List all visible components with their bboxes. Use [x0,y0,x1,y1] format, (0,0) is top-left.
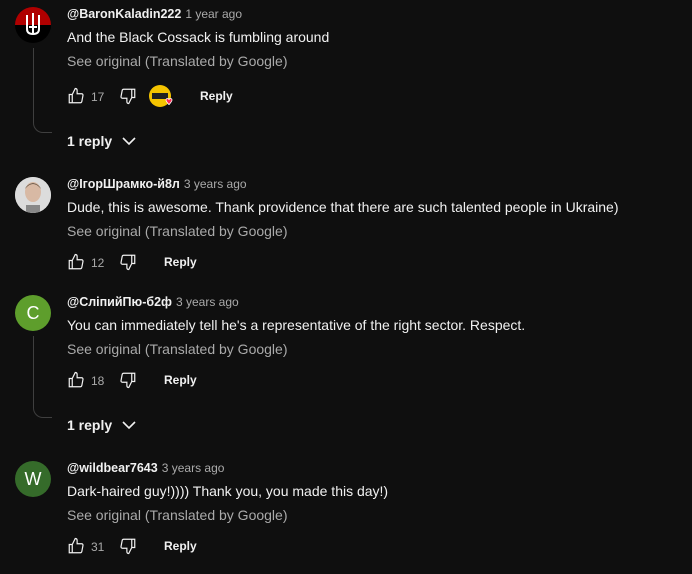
replies-toggle[interactable]: 1 reply [67,133,136,149]
comment-actions: 17 Reply [67,81,367,113]
comment-actions: 12 Reply [67,247,367,279]
comment-text: And the Black Cossack is fumbling around [67,29,330,45]
reply-button[interactable]: Reply [200,89,233,103]
avatar[interactable]: W [15,461,51,497]
comment-time[interactable]: 3 years ago [176,295,239,309]
replies-toggle[interactable]: 1 reply [67,417,136,433]
comment-time[interactable]: 3 years ago [184,177,247,191]
see-original-link[interactable]: See original (Translated by Google) [67,341,288,357]
avatar[interactable]: C [15,295,51,331]
comment-actions: 18 Reply [67,365,367,397]
person-photo-icon [15,177,51,213]
comment-header: @wildbear7643 3 years ago [67,461,224,475]
comment-actions: 31 Reply [67,531,367,563]
thumbs-down-icon[interactable] [119,253,137,271]
comment-time[interactable]: 3 years ago [162,461,225,475]
thumbs-up-icon[interactable] [67,371,85,389]
reply-button[interactable]: Reply [164,255,197,269]
reply-button[interactable]: Reply [164,373,197,387]
like-count: 17 [91,90,105,104]
thread-line [33,48,52,133]
comment-author[interactable]: @wildbear7643 [67,461,158,475]
like-count: 31 [91,540,105,554]
avatar[interactable] [15,177,51,213]
creator-heart-icon [149,85,173,107]
comment-author[interactable]: @СліпийПю-б2ф [67,295,172,309]
like-count: 12 [91,256,105,270]
thumbs-up-icon[interactable] [67,253,85,271]
comment-author[interactable]: @BaronKaladin222 [67,7,181,21]
trident-flag-icon [15,7,51,43]
see-original-link[interactable]: See original (Translated by Google) [67,223,288,239]
avatar[interactable] [15,7,51,43]
thumbs-up-icon[interactable] [67,87,85,105]
comment-text: You can immediately tell he's a represen… [67,317,526,333]
comment-author[interactable]: @ІгорШрамко-й8л [67,177,180,191]
thumbs-down-icon[interactable] [119,87,137,105]
thread-line [33,336,52,418]
see-original-link[interactable]: See original (Translated by Google) [67,53,288,69]
chevron-down-icon [122,421,136,430]
comment-text: Dark-haired guy!)))) Thank you, you made… [67,483,389,499]
like-count: 18 [91,374,105,388]
thumbs-up-icon[interactable] [67,537,85,555]
thumbs-down-icon[interactable] [119,371,137,389]
chevron-down-icon [122,137,136,146]
thumbs-down-icon[interactable] [119,537,137,555]
avatar-letter: C [26,302,40,323]
avatar-letter: W [24,468,42,489]
comment-header: @ІгорШрамко-й8л 3 years ago [67,177,247,191]
replies-count: 1 reply [67,133,113,149]
reply-button[interactable]: Reply [164,539,197,553]
comment-time[interactable]: 1 year ago [185,7,242,21]
comment-header: @СліпийПю-б2ф 3 years ago [67,295,239,309]
replies-count: 1 reply [67,417,113,433]
comment-text: Dude, this is awesome. Thank providence … [67,199,619,215]
comment-header: @BaronKaladin222 1 year ago [67,7,242,21]
see-original-link[interactable]: See original (Translated by Google) [67,507,288,523]
